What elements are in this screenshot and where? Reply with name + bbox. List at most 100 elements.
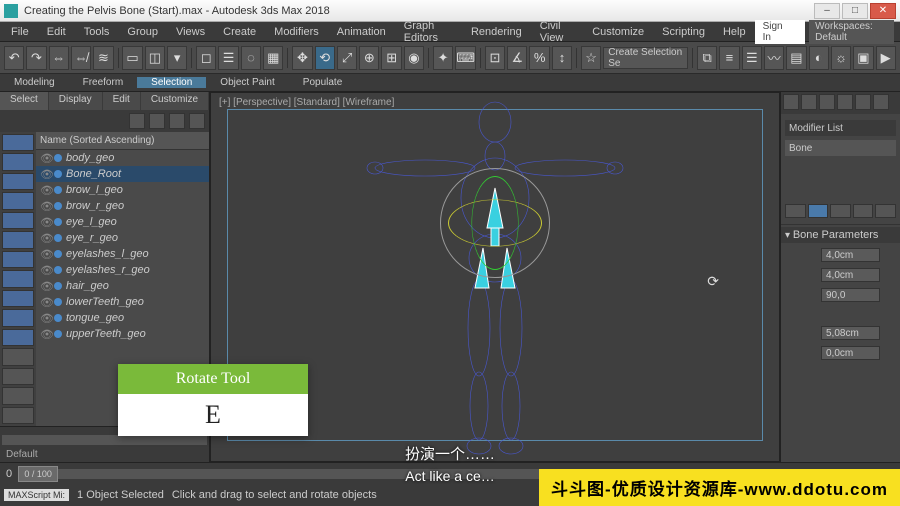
view-icon[interactable]	[189, 113, 205, 129]
visibility-icon[interactable]: 👁	[40, 184, 50, 197]
object-color-swatch[interactable]	[54, 234, 62, 242]
curve-editor-icon[interactable]: 〰	[764, 46, 784, 70]
redo-icon[interactable]: ↷	[26, 46, 46, 70]
filter-containers-icon[interactable]	[2, 309, 34, 326]
filter-bones-icon[interactable]	[2, 290, 34, 307]
menu-civilview[interactable]: Civil View	[531, 20, 583, 44]
named-sel-icon[interactable]: ☆	[581, 46, 601, 70]
menu-help[interactable]: Help	[714, 26, 755, 38]
ribbon-populate[interactable]: Populate	[289, 77, 356, 88]
visibility-icon[interactable]: 👁	[40, 312, 50, 325]
remove-modifier-icon[interactable]	[853, 204, 874, 218]
filter-xrefs-icon[interactable]	[2, 270, 34, 287]
menu-tools[interactable]: Tools	[75, 26, 119, 38]
search-icon[interactable]	[129, 113, 145, 129]
bind-icon[interactable]: ≋	[93, 46, 113, 70]
scene-item[interactable]: 👁tongue_geo	[36, 310, 209, 326]
object-color-swatch[interactable]	[54, 202, 62, 210]
filter-collapse-icon[interactable]	[2, 407, 34, 424]
scene-item[interactable]: 👁hair_geo	[36, 278, 209, 294]
undo-icon[interactable]: ↶	[4, 46, 24, 70]
tab-display[interactable]: Display	[49, 92, 102, 110]
filter-helpers-icon[interactable]	[2, 212, 34, 229]
param-height[interactable]: 4,0cm	[821, 268, 880, 282]
object-color-swatch[interactable]	[54, 170, 62, 178]
object-color-swatch[interactable]	[54, 298, 62, 306]
rotate-icon[interactable]: ⟲	[315, 46, 335, 70]
select-region-icon[interactable]: ◌	[241, 46, 261, 70]
modify-tab-icon[interactable]	[801, 94, 817, 110]
visibility-icon[interactable]: 👁	[40, 232, 50, 245]
visibility-icon[interactable]: 👁	[40, 264, 50, 277]
select-icon[interactable]: ▭	[122, 46, 142, 70]
scene-item[interactable]: 👁lowerTeeth_geo	[36, 294, 209, 310]
scene-item[interactable]: 👁brow_r_geo	[36, 198, 209, 214]
align-icon[interactable]: ≡	[719, 46, 739, 70]
named-selection-field[interactable]: Create Selection Se	[603, 47, 688, 69]
param-taper[interactable]: 90,0	[821, 288, 880, 302]
scene-item[interactable]: 👁Bone_Root	[36, 166, 209, 182]
percent-snap-icon[interactable]: %	[529, 46, 549, 70]
scene-item[interactable]: 👁eye_l_geo	[36, 214, 209, 230]
object-color-swatch[interactable]	[54, 330, 62, 338]
filter-hidden-icon[interactable]	[2, 348, 34, 365]
rollout-bone-parameters[interactable]: ▾ Bone Parameters	[781, 227, 900, 243]
render-setup-icon[interactable]: ☼	[831, 46, 851, 70]
close-button[interactable]: ✕	[870, 3, 896, 19]
scene-item[interactable]: 👁body_geo	[36, 150, 209, 166]
filter-shapes-icon[interactable]	[2, 153, 34, 170]
object-color-swatch[interactable]	[54, 186, 62, 194]
param-width[interactable]: 4,0cm	[821, 248, 880, 262]
menu-scripting[interactable]: Scripting	[653, 26, 714, 38]
mirror-icon[interactable]: ⧉	[697, 46, 717, 70]
menu-grapheditors[interactable]: Graph Editors	[395, 20, 462, 44]
hierarchy-tab-icon[interactable]	[819, 94, 835, 110]
menu-create[interactable]: Create	[214, 26, 265, 38]
unlink-icon[interactable]: ⇎	[71, 46, 91, 70]
manipulate-icon[interactable]: ✦	[433, 46, 453, 70]
filter-cameras-icon[interactable]	[2, 192, 34, 209]
rotate-gizmo[interactable]	[440, 168, 550, 278]
filter-frozen-icon[interactable]	[2, 329, 34, 346]
ref-coord-icon[interactable]: ⊞	[381, 46, 401, 70]
motion-tab-icon[interactable]	[837, 94, 853, 110]
menu-group[interactable]: Group	[118, 26, 167, 38]
filter-toggle-icon[interactable]	[149, 113, 165, 129]
ribbon-freeform[interactable]: Freeform	[69, 77, 138, 88]
move-icon[interactable]: ✥	[292, 46, 312, 70]
display-tab-icon[interactable]	[855, 94, 871, 110]
param-fin-start[interactable]: 0,0cm	[821, 346, 880, 360]
menu-views[interactable]: Views	[167, 26, 214, 38]
object-color-swatch[interactable]	[54, 154, 62, 162]
filter-lights-icon[interactable]	[2, 173, 34, 190]
ribbon-objectpaint[interactable]: Object Paint	[206, 77, 288, 88]
filter-spacewarps-icon[interactable]	[2, 231, 34, 248]
signin-button[interactable]: Sign In	[755, 20, 806, 44]
visibility-icon[interactable]: 👁	[40, 296, 50, 309]
refresh-icon[interactable]: ⟳	[707, 273, 719, 290]
menu-rendering[interactable]: Rendering	[462, 26, 531, 38]
explorer-scrollbar[interactable]	[2, 435, 207, 445]
select-name-icon[interactable]: ☰	[218, 46, 238, 70]
show-end-result-icon[interactable]	[808, 204, 829, 218]
time-slider[interactable]: 0 / 100	[18, 466, 58, 482]
visibility-icon[interactable]: 👁	[40, 280, 50, 293]
menu-edit[interactable]: Edit	[38, 26, 75, 38]
modifier-stack-item[interactable]: Bone	[785, 140, 896, 156]
visibility-icon[interactable]: 👁	[40, 248, 50, 261]
object-color-swatch[interactable]	[54, 218, 62, 226]
scale-icon[interactable]: ⤢	[337, 46, 357, 70]
scene-item[interactable]: 👁eyelashes_l_geo	[36, 246, 209, 262]
utilities-tab-icon[interactable]	[873, 94, 889, 110]
filter-misc-icon[interactable]	[2, 368, 34, 385]
angle-snap-icon[interactable]: ∡	[507, 46, 527, 70]
filter-geometry-icon[interactable]	[2, 134, 34, 151]
visibility-icon[interactable]: 👁	[40, 168, 50, 181]
scene-list-header[interactable]: Name (Sorted Ascending)	[36, 132, 209, 150]
visibility-icon[interactable]: 👁	[40, 200, 50, 213]
object-color-swatch[interactable]	[54, 314, 62, 322]
visibility-icon[interactable]: 👁	[40, 152, 50, 165]
spinner-snap-icon[interactable]: ↕	[552, 46, 572, 70]
menu-animation[interactable]: Animation	[328, 26, 395, 38]
window-crossing-icon[interactable]: ▦	[263, 46, 283, 70]
